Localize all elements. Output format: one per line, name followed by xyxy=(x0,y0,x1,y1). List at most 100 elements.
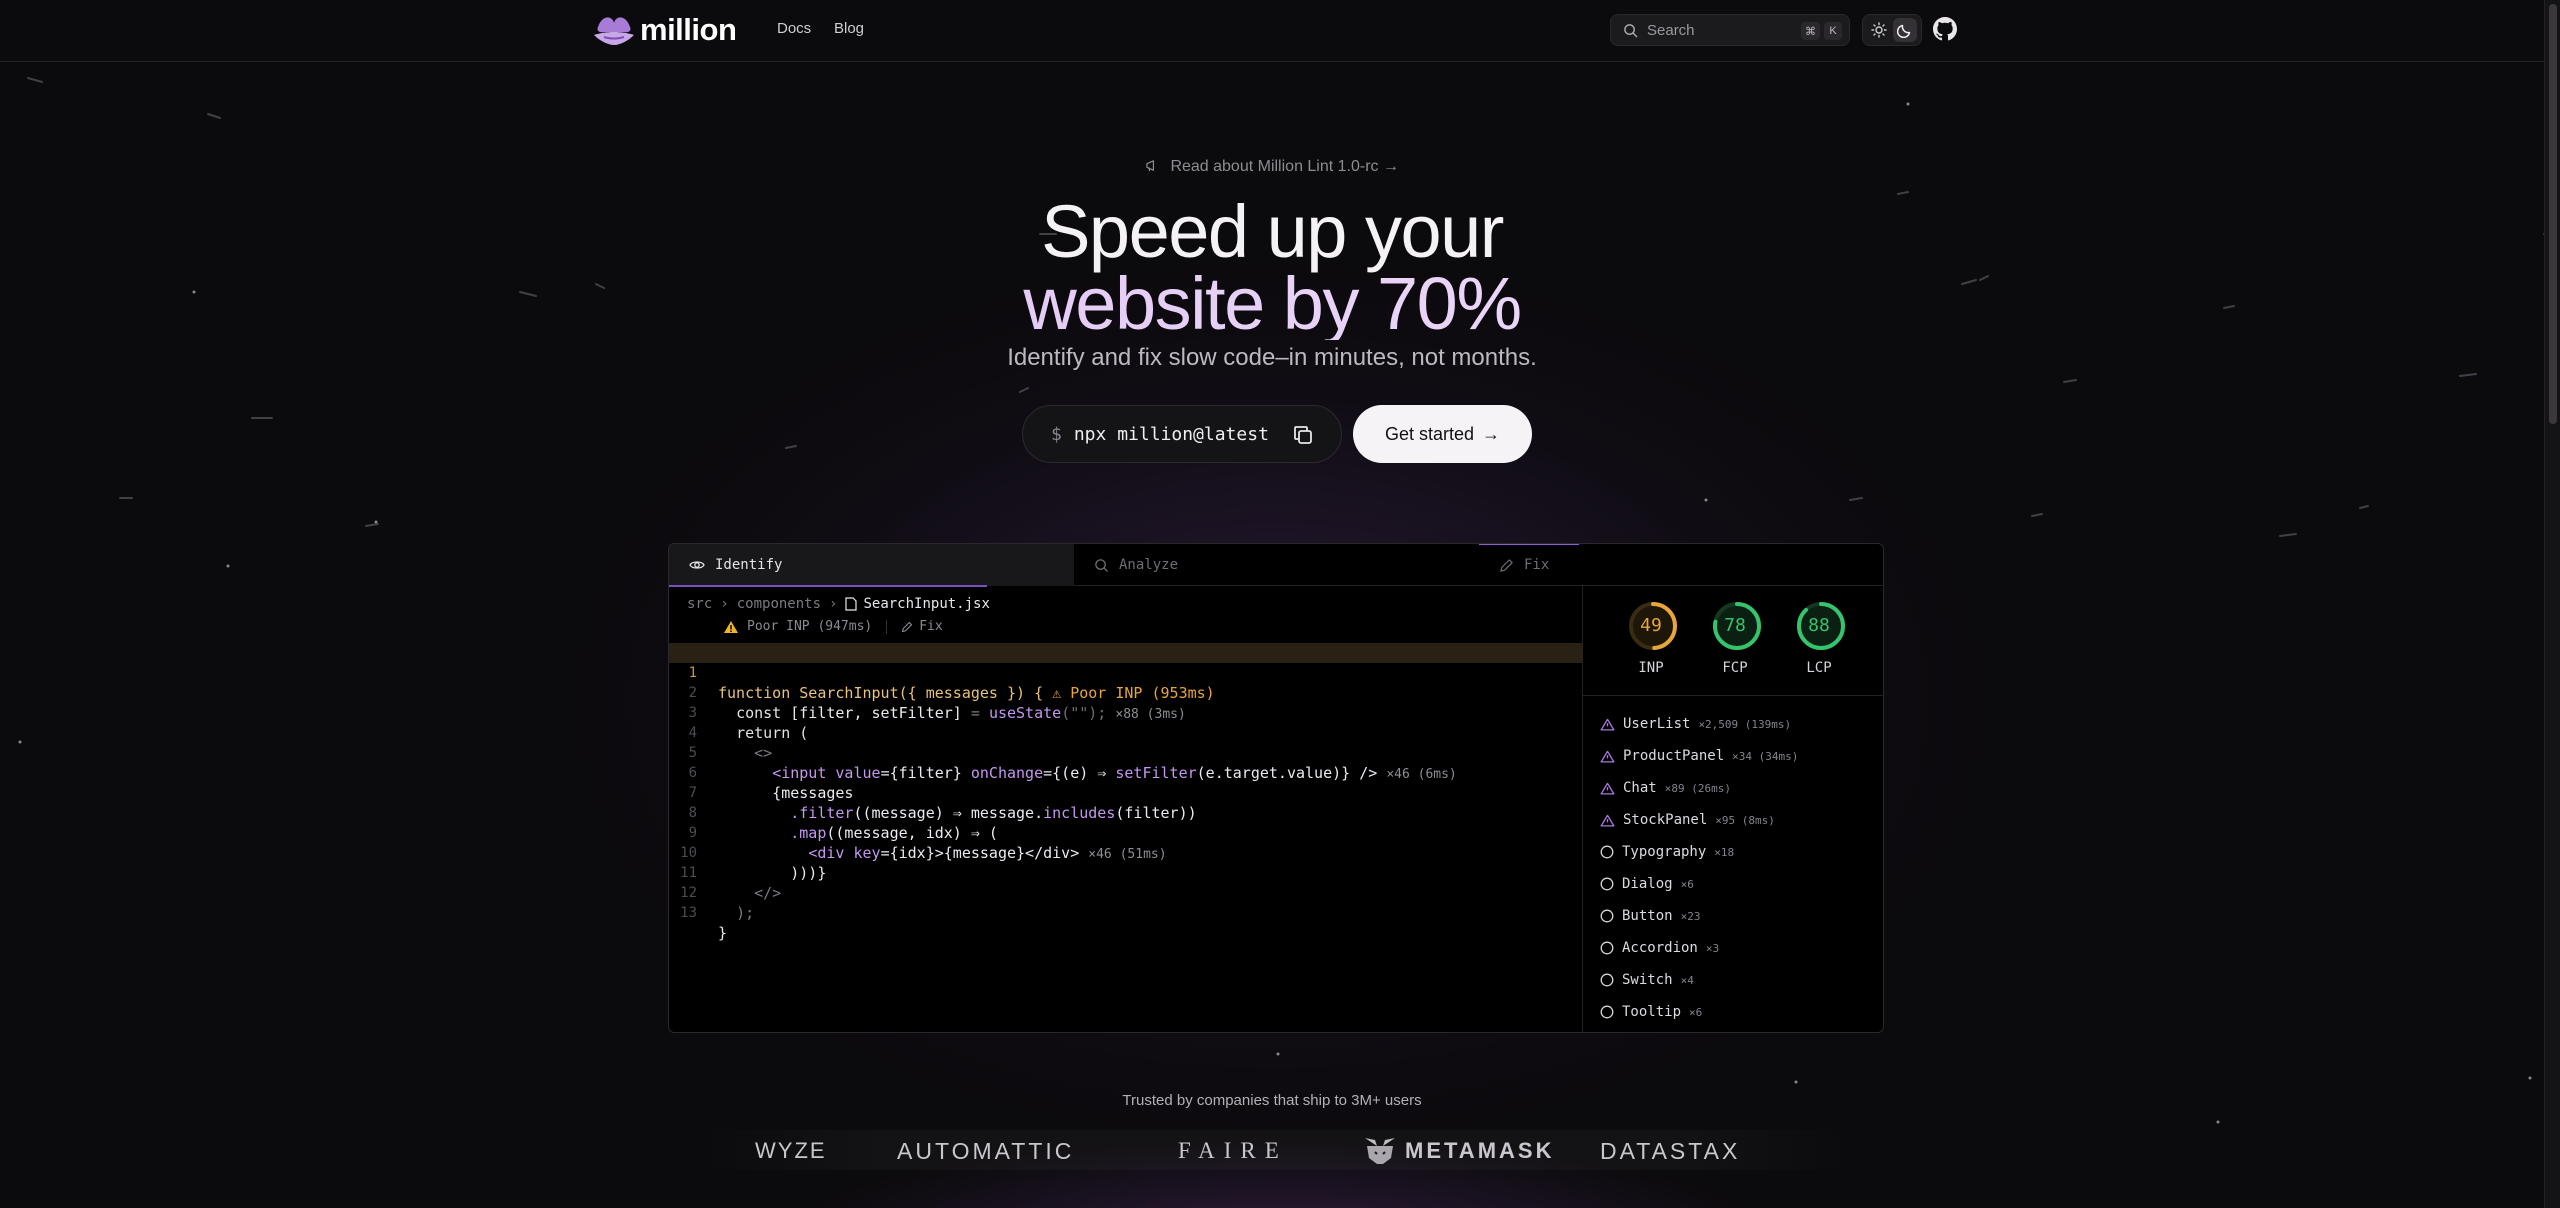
get-started-label: Get started xyxy=(1384,423,1475,444)
file-icon xyxy=(845,597,858,611)
eye-icon xyxy=(689,561,705,569)
faire-logo: FAIRE xyxy=(1178,1138,1288,1163)
component-item[interactable]: Accordion ×3 xyxy=(1583,932,1883,964)
component-count: ×95 (8ms) xyxy=(1715,813,1775,827)
logo[interactable]: million xyxy=(592,12,737,48)
million-logo-icon xyxy=(594,17,634,45)
circle-icon xyxy=(1600,845,1614,859)
page-scrollbar[interactable] xyxy=(2544,0,2560,1208)
circle-icon xyxy=(1600,941,1614,955)
install-command-box: $ npx million@latest xyxy=(1022,405,1342,463)
component-item[interactable]: Switch ×4 xyxy=(1583,964,1883,996)
datastax-logo: DATASTAX xyxy=(1600,1138,1741,1164)
scrollbar-thumb[interactable] xyxy=(2549,4,2557,424)
wyze-logo: WYZE xyxy=(755,1138,827,1163)
warning-triangle-icon xyxy=(1600,718,1615,731)
lcp-gauge[interactable]: 88 LCP xyxy=(1793,600,1849,676)
trusted-heading: Trusted by companies that ship to 3M+ us… xyxy=(1122,1092,1422,1109)
breadcrumb-folder[interactable]: components xyxy=(737,596,821,612)
tab-analyze[interactable]: Analyze xyxy=(1074,544,1479,586)
component-count: ×89 (26ms) xyxy=(1664,781,1731,795)
component-count: ×23 xyxy=(1680,909,1701,923)
get-started-button[interactable]: Get started → xyxy=(1353,405,1532,463)
tab-fix[interactable]: Fix xyxy=(1479,544,1883,586)
circle-icon xyxy=(1600,877,1614,891)
component-name: Typography xyxy=(1622,844,1707,860)
component-item[interactable]: UserList ×2,509 (139ms) xyxy=(1583,708,1883,740)
code-line: 10 )))} xyxy=(669,823,1583,882)
breadcrumb-file[interactable]: SearchInput.jsx xyxy=(845,596,990,612)
code-line: 12 ); xyxy=(669,863,1583,922)
hero-title: Speed up your website by 70% xyxy=(0,195,2544,341)
warning-triangle-icon xyxy=(1600,782,1615,795)
code-line: 5 <input value={filter} onChange={(e) ⇒ … xyxy=(669,723,1583,782)
code-line: 13 } xyxy=(669,883,1583,942)
customer-logos: WYZE AUTOMATTIC FAIRE METAMASK DATASTAX xyxy=(700,1130,1852,1170)
code-line: 9 <div key={idx}>{message}</div> ×46 (51… xyxy=(669,803,1583,862)
code-line: 11 </> xyxy=(669,843,1583,902)
inp-warning-label: Poor INP (947ms) xyxy=(747,619,873,634)
component-name: Chat xyxy=(1623,780,1657,796)
announcement-link[interactable]: Read about Million Lint 1.0-rc → xyxy=(0,158,2544,176)
component-count: ×18 xyxy=(1714,845,1735,859)
breadcrumb-root[interactable]: src xyxy=(687,596,712,612)
pencil-icon xyxy=(1500,558,1513,572)
site-header: million Docs Blog Search ⌘ K xyxy=(0,0,2544,62)
github-icon xyxy=(1933,17,1957,41)
line-number: 13 xyxy=(680,905,697,921)
component-count: ×2,509 (139ms) xyxy=(1698,717,1792,731)
github-link[interactable] xyxy=(1933,17,1957,46)
fcp-gauge[interactable]: 78 FCP xyxy=(1709,600,1765,676)
lcp-label: LCP xyxy=(1806,660,1832,676)
component-count: ×4 xyxy=(1680,973,1694,987)
component-item[interactable]: StockPanel ×95 (8ms) xyxy=(1583,804,1883,836)
copy-icon xyxy=(1294,426,1312,444)
breadcrumb: src › components › SearchInput.jsx xyxy=(687,596,990,612)
pencil-icon xyxy=(901,621,913,632)
code-line: 2 const [filter, setFilter] = useState("… xyxy=(669,663,1583,722)
component-item[interactable]: Tooltip ×6 xyxy=(1583,996,1883,1028)
metamask-logo: METAMASK xyxy=(1405,1138,1555,1163)
nav-docs-link[interactable]: Docs xyxy=(777,20,811,37)
web-vitals-gauges: 49 INP 78 FCP 88 LCP xyxy=(1583,586,1883,696)
tab-identify[interactable]: Identify xyxy=(669,544,1074,587)
component-name: Accordion xyxy=(1622,940,1698,956)
component-item[interactable]: Chat ×89 (26ms) xyxy=(1583,772,1883,804)
component-item[interactable]: ProductPanel ×34 (34ms) xyxy=(1583,740,1883,772)
inp-gauge[interactable]: 49 INP xyxy=(1625,600,1681,676)
component-item[interactable]: Typography ×18 xyxy=(1583,836,1883,868)
component-name: Button xyxy=(1622,908,1673,924)
circle-icon xyxy=(1600,973,1614,987)
warning-triangle-icon xyxy=(1600,814,1615,827)
hero-title-line2: website by 70% xyxy=(0,267,2544,341)
fcp-score: 78 xyxy=(1724,615,1746,636)
tab-identify-label: Identify xyxy=(715,557,783,573)
component-item[interactable]: Button ×23 xyxy=(1583,900,1883,932)
nav-blog-link[interactable]: Blog xyxy=(834,20,864,37)
circle-icon xyxy=(1600,1005,1614,1019)
chevron-right-icon: › xyxy=(829,596,838,612)
component-name: UserList xyxy=(1623,716,1691,732)
component-item[interactable]: Dialog ×6 xyxy=(1583,868,1883,900)
component-count: ×3 xyxy=(1705,941,1720,955)
shortcut-k-key: K xyxy=(1824,22,1842,40)
fix-link[interactable]: Fix xyxy=(901,619,943,634)
lcp-score: 88 xyxy=(1808,615,1830,636)
circle-icon xyxy=(1600,909,1614,923)
install-command: npx million@latest xyxy=(1073,423,1269,445)
search-icon xyxy=(1095,558,1108,572)
light-theme-button[interactable] xyxy=(1867,18,1891,42)
code-line: 8 .map((message, idx) ⇒ ( xyxy=(669,783,1583,842)
metrics-sidebar: 49 INP 78 FCP 88 LCP UserList ×2,509 (13… xyxy=(1583,586,1883,1032)
component-count: ×6 xyxy=(1689,1005,1703,1019)
tab-progress-bar xyxy=(1479,544,1579,545)
copy-button[interactable] xyxy=(1291,423,1315,451)
theme-toggle[interactable] xyxy=(1862,14,1922,46)
automattic-logo: AUTOMATTIC xyxy=(897,1138,1075,1164)
dark-theme-button[interactable] xyxy=(1893,18,1917,42)
fix-link-label: Fix xyxy=(919,619,943,634)
demo-panel: Identify Analyze Fix src › components › xyxy=(668,543,1884,1033)
sun-icon xyxy=(1871,22,1887,38)
search-button[interactable]: Search ⌘ K xyxy=(1610,14,1850,46)
logo-text: million xyxy=(640,12,737,47)
